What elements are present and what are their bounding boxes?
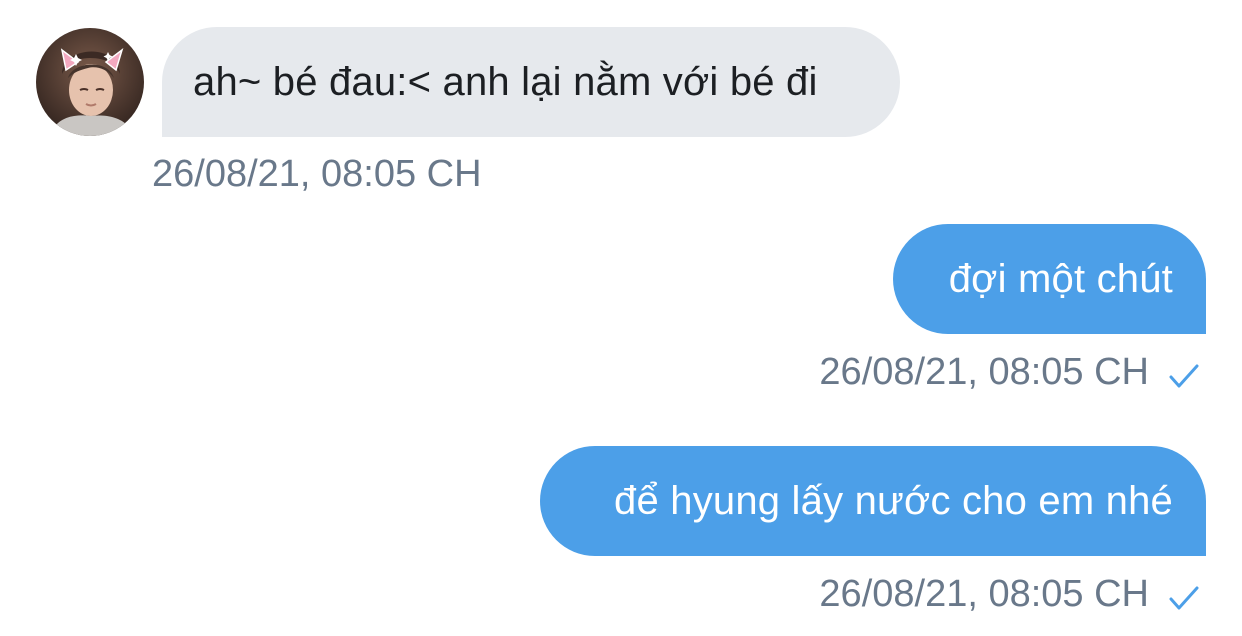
- message-text: đợi một chút: [948, 257, 1173, 301]
- avatar[interactable]: [36, 28, 144, 136]
- incoming-message-bubble[interactable]: ah~ bé đau:< anh lại nằm với bé đi: [162, 27, 900, 137]
- check-icon: [1169, 364, 1199, 388]
- check-icon: [1169, 586, 1199, 610]
- message-text: để hyung lấy nước cho em nhé: [614, 479, 1173, 523]
- message-timestamp: 26/08/21, 08:05 CH: [819, 351, 1149, 393]
- message-timestamp: 26/08/21, 08:05 CH: [819, 573, 1149, 615]
- profile-photo: [36, 28, 144, 136]
- message-text: ah~ bé đau:< anh lại nằm với bé đi: [193, 60, 818, 104]
- message-timestamp: 26/08/21, 08:05 CH: [152, 153, 482, 195]
- outgoing-message-bubble[interactable]: đợi một chút: [893, 224, 1206, 334]
- outgoing-message-bubble[interactable]: để hyung lấy nước cho em nhé: [540, 446, 1206, 556]
